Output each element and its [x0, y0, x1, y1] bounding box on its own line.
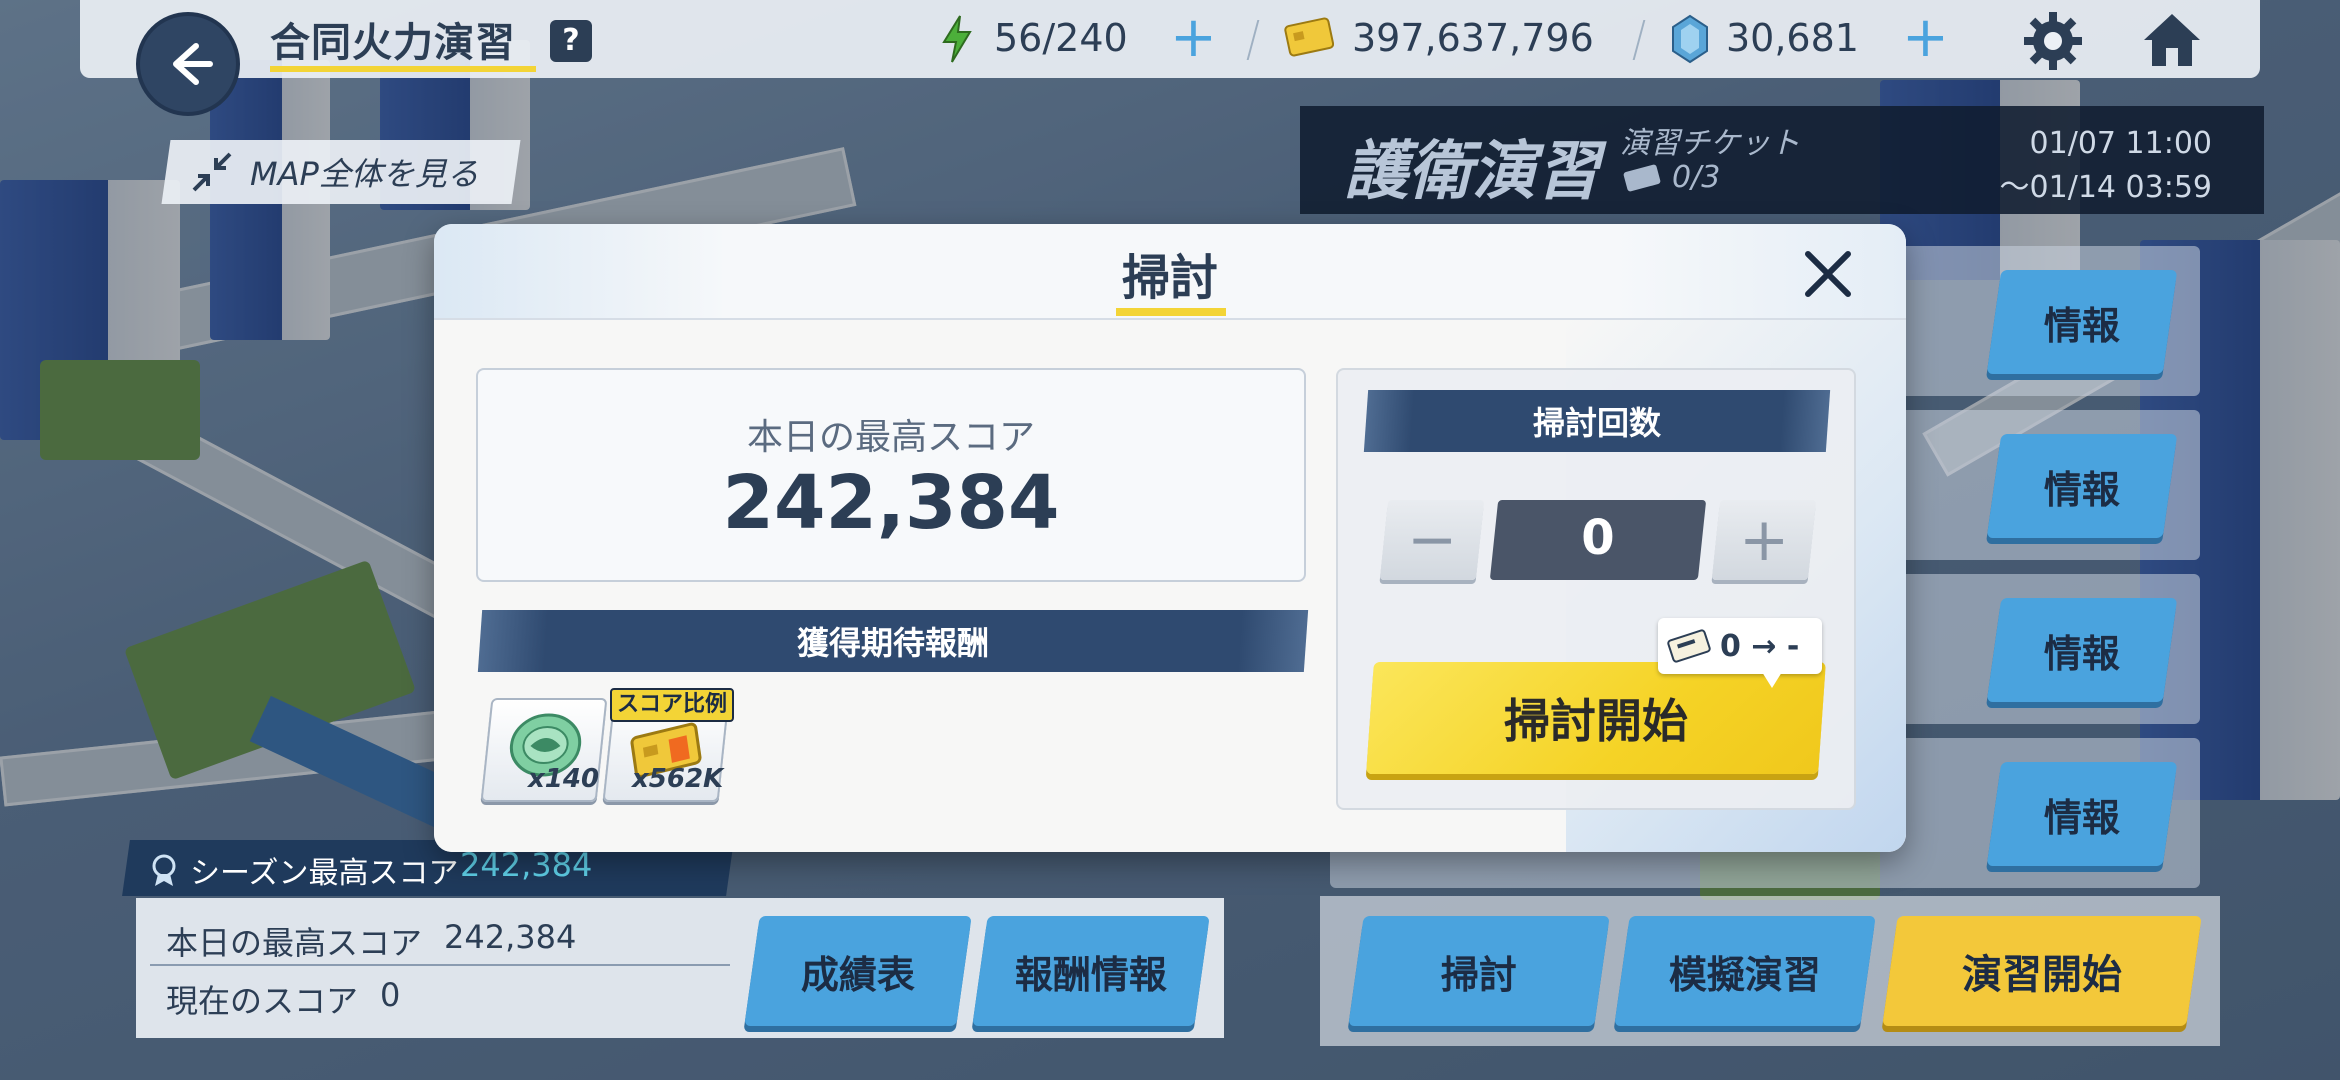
sweep-start-button[interactable]: 掃討開始 [1366, 662, 1826, 774]
minus-icon: − [1406, 505, 1458, 575]
decrement-button[interactable]: − [1379, 500, 1485, 580]
today-best-card: 本日の最高スコア 242,384 [476, 368, 1306, 582]
sweep-button[interactable]: 掃討 [1348, 916, 1610, 1026]
info-label: 情報 [2043, 303, 2120, 348]
rewards-info-button[interactable]: 報酬情報 [972, 916, 1210, 1026]
rewards-info-label: 報酬情報 [1014, 952, 1167, 997]
today-best-card-label: 本日の最高スコア [746, 417, 1035, 458]
info-button-2[interactable]: 情報 [1986, 434, 2178, 538]
today-best-card-value: 242,384 [722, 460, 1060, 546]
map-view-button[interactable]: MAP全体を見る [161, 140, 521, 204]
gems-value: 30,681 [1726, 16, 1859, 60]
results-label: 成績表 [800, 952, 915, 997]
start-exercise-label: 演習開始 [1962, 952, 2122, 998]
info-label: 情報 [2043, 631, 2120, 676]
info-button-4[interactable]: 情報 [1986, 762, 2178, 866]
info-label: 情報 [2043, 467, 2120, 512]
ticket-label: 演習チケット [1620, 126, 1800, 161]
ticket-icon [1623, 164, 1661, 192]
current-score-label: 現在のスコア [166, 982, 359, 1020]
modal-title: 掃討 [1121, 250, 1218, 306]
mock-exercise-label: 模擬演習 [1668, 952, 1821, 997]
help-icon[interactable]: ? [550, 20, 592, 62]
credit-card-icon [1284, 17, 1334, 57]
expected-rewards-label: 獲得期待報酬 [796, 624, 989, 662]
ticket-cost-text: 0 → - [1720, 628, 1800, 664]
score-ratio-tag: スコア比例 [610, 688, 734, 722]
mock-exercise-button[interactable]: 模擬演習 [1614, 916, 1876, 1026]
title-underline [1116, 308, 1226, 316]
reward-qty: x562K [632, 764, 724, 794]
back-button[interactable] [136, 12, 240, 116]
results-button[interactable]: 成績表 [744, 916, 972, 1026]
modal-header: 掃討 [434, 224, 1906, 320]
ticket-icon [1667, 629, 1711, 663]
current-score-value: 0 [380, 976, 401, 1014]
plus-icon: + [1738, 505, 1790, 575]
credits-value: 397,637,796 [1352, 16, 1594, 60]
ticket-cost-bubble: 0 → - [1658, 618, 1822, 688]
arrow-left-icon [173, 43, 213, 85]
season-best-label: シーズン最高スコア [190, 856, 459, 891]
info-label: 情報 [2043, 795, 2120, 840]
medal-icon [152, 854, 176, 886]
home-icon[interactable] [2140, 10, 2204, 70]
add-stamina-button[interactable]: + [1170, 10, 1217, 66]
lightning-icon [942, 15, 972, 63]
gear-icon[interactable] [2022, 10, 2084, 72]
period-start: 01/07 11:00 [2029, 126, 2212, 161]
today-best-label: 本日の最高スコア [166, 924, 423, 962]
start-exercise-button[interactable]: 演習開始 [1882, 916, 2202, 1026]
today-best-value: 242,384 [444, 918, 577, 956]
increment-button[interactable]: + [1711, 500, 1817, 580]
period-end: 〜01/14 03:59 [1999, 170, 2212, 205]
info-button-3[interactable]: 情報 [1986, 598, 2178, 702]
sweep-start-label: 掃討開始 [1504, 694, 1688, 748]
sweep-label: 掃討 [1440, 952, 1517, 997]
event-title: 護衛演習 [1344, 135, 1600, 209]
gem-icon [1672, 14, 1708, 64]
stamina-value: 56/240 [994, 16, 1128, 60]
add-gems-button[interactable]: + [1902, 10, 1949, 66]
ticket-count: 0/3 [1672, 160, 1721, 195]
map-view-label: MAP全体を見る [250, 155, 479, 193]
reward-qty: x140 [528, 764, 600, 794]
sweep-count-label: 掃討回数 [1532, 404, 1661, 442]
divider [150, 964, 730, 966]
sweep-count-value: 0 [1581, 510, 1615, 566]
info-button-1[interactable]: 情報 [1986, 270, 2178, 374]
close-icon[interactable] [1800, 246, 1856, 302]
title-underline [270, 66, 536, 72]
page-title: 合同火力演習 [270, 20, 516, 66]
collapse-arrows-icon [192, 152, 232, 192]
